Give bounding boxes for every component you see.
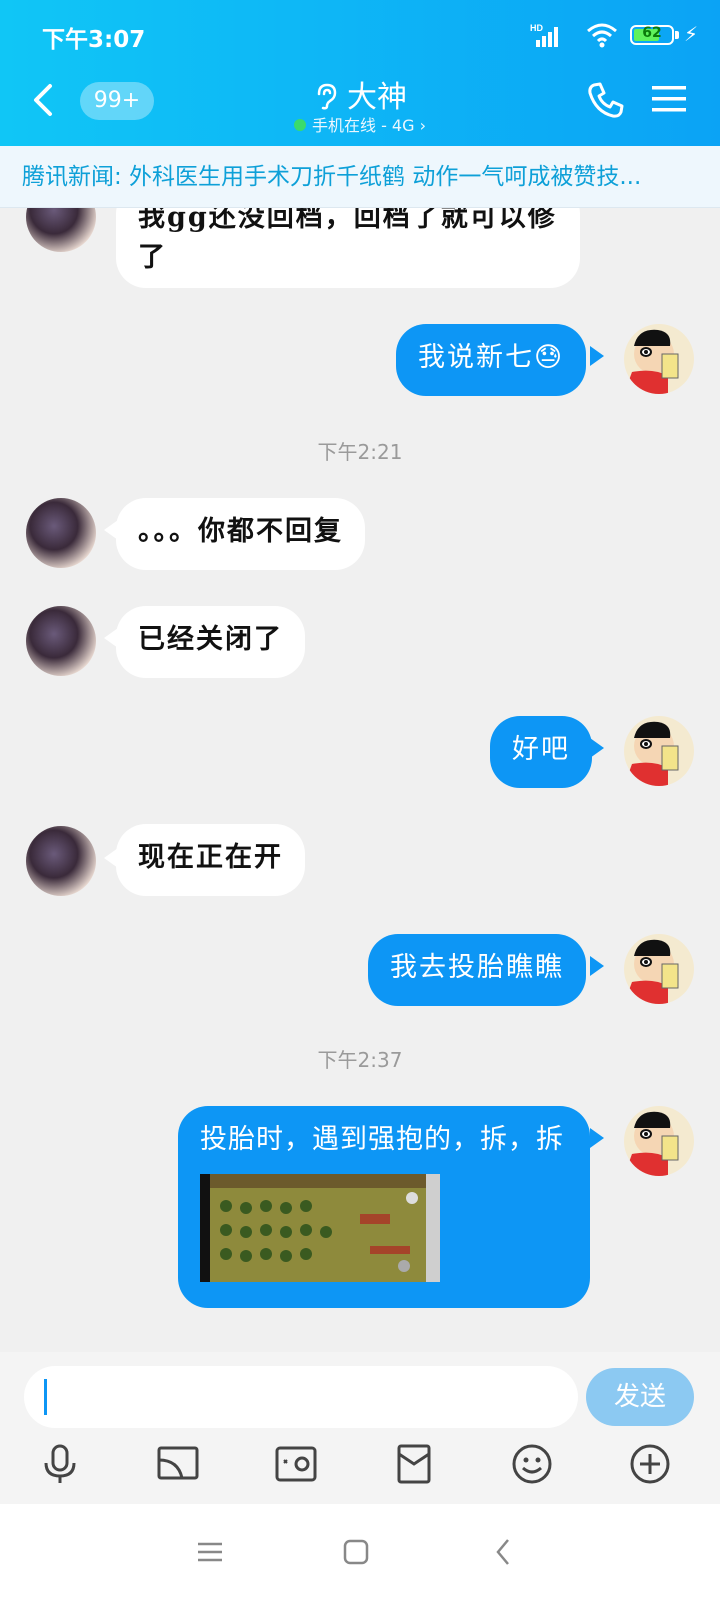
message-bubble-right[interactable]: 好吧 [490,716,592,788]
menu-icon[interactable] [652,84,686,114]
input-bar: 发送 [0,1352,720,1504]
screen-cast-icon[interactable] [156,1442,200,1486]
svg-text:HD: HD [530,23,543,33]
online-status: 手机在线 - 4G › [220,112,500,136]
status-time: 下午3:07 [42,27,146,53]
header: 下午3:07 HD 62 ⚡ 99+ 大神 手机在线 - 4G › [0,0,720,146]
sweat-emoji: 😓 [534,342,565,373]
message-bubble-left[interactable]: 我gg还没回档，回档了就可以修了 [116,208,580,288]
online-dot-icon [293,119,306,131]
message-bubble-left[interactable]: 。。。你都不回复 [116,498,365,570]
battery-icon: 62 [630,25,674,45]
message-bubble-right[interactable]: 我说新七😓 [396,324,587,396]
system-nav-bar [0,1504,720,1600]
text-caret [44,1379,47,1415]
status-bar: 下午3:07 HD 62 ⚡ [0,0,720,68]
emoji-icon[interactable] [510,1442,554,1486]
send-button[interactable]: 发送 [586,1368,694,1426]
phone-call-icon[interactable] [586,80,626,120]
my-avatar[interactable] [624,1106,694,1176]
home-icon[interactable] [340,1536,372,1568]
back-icon[interactable] [488,1536,520,1568]
mic-icon[interactable] [38,1442,82,1486]
back-button[interactable] [26,80,62,120]
red-packet-icon[interactable] [392,1442,436,1486]
message-bubble-left[interactable]: 已经关闭了 [116,606,305,678]
timestamp: 下午2:37 [317,1048,403,1072]
my-avatar[interactable] [624,934,694,1004]
wifi-icon [587,23,617,48]
charging-icon: ⚡ [683,22,698,46]
recent-apps-icon[interactable] [194,1536,226,1568]
friend-avatar[interactable] [26,208,96,252]
message-bubble-right[interactable]: 我去投胎瞧瞧 [368,934,586,1006]
unread-badge[interactable]: 99+ [80,82,154,120]
my-avatar[interactable] [624,324,694,394]
chat-title-area[interactable]: 大神 手机在线 - 4G › [220,72,500,135]
game-screenshot-image[interactable] [200,1174,440,1282]
friend-avatar[interactable] [26,826,96,896]
message-input[interactable] [24,1366,578,1428]
friend-avatar[interactable] [26,498,96,568]
friend-avatar[interactable] [26,606,96,676]
signal-icon: HD [530,23,558,47]
chat-title: 大神 [347,80,407,115]
chat-area: 我gg还没回档，回档了就可以修了 我说新七😓 下午2:21 。。。你都不回复 已… [0,208,720,1352]
ear-icon [317,83,337,110]
message-bubble-left[interactable]: 现在正在开 [116,824,305,896]
photo-icon[interactable] [274,1442,318,1486]
plus-icon[interactable] [628,1442,672,1486]
timestamp: 下午2:21 [317,440,403,464]
news-ticker[interactable]: 腾讯新闻: 外科医生用手术刀折千纸鹤 动作一气呵成被赞技... [0,146,720,208]
my-avatar[interactable] [624,716,694,786]
battery-level: 62 [642,25,662,41]
